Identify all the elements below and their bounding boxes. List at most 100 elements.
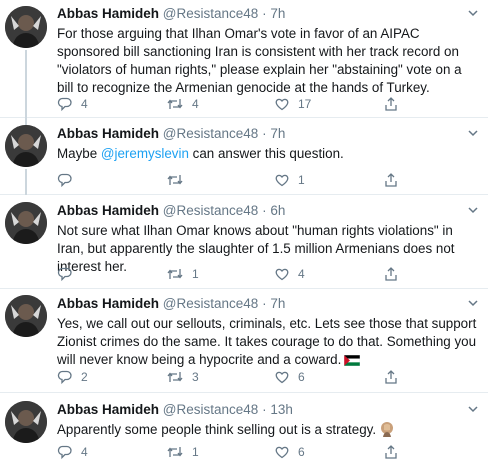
reply-button[interactable]: 4	[57, 95, 88, 113]
retweet-icon	[167, 447, 183, 457]
chevron-down-icon[interactable]	[466, 126, 480, 140]
like-button[interactable]: 17	[274, 95, 311, 113]
like-button[interactable]: 1	[274, 171, 305, 189]
tweet-actions: 1 4	[57, 265, 417, 283]
reply-button[interactable]: 2	[57, 368, 88, 386]
author-handle[interactable]: @Resistance48	[163, 126, 259, 141]
timestamp[interactable]: 6h	[270, 203, 285, 218]
author-handle[interactable]: @Resistance48	[163, 6, 259, 21]
author-handle[interactable]: @Resistance48	[163, 402, 259, 417]
chevron-down-icon[interactable]	[466, 296, 480, 310]
chevron-down-icon[interactable]	[466, 6, 480, 20]
retweet-icon	[167, 175, 183, 185]
tweet-actions: 2 3 6	[57, 368, 417, 386]
timestamp[interactable]: 13h	[270, 402, 293, 417]
heart-icon	[275, 268, 289, 281]
avatar[interactable]	[5, 202, 47, 244]
share-button[interactable]	[383, 171, 399, 189]
retweet-button[interactable]: 1	[166, 443, 199, 461]
share-icon	[385, 370, 397, 384]
like-button[interactable]: 4	[274, 265, 305, 283]
tweet-text-body: Apparently some people think selling out…	[57, 422, 377, 437]
reply-button[interactable]	[57, 265, 81, 283]
retweet-icon	[167, 372, 183, 382]
like-count: 1	[298, 173, 305, 187]
like-count: 6	[298, 370, 305, 384]
author-name[interactable]: Abbas Hamideh	[57, 203, 159, 218]
share-button[interactable]	[383, 95, 399, 113]
retweet-button[interactable]	[166, 171, 192, 189]
timestamp[interactable]: 7h	[270, 296, 285, 311]
palestine-flag-icon	[344, 355, 361, 366]
like-count: 4	[298, 267, 305, 281]
tweet-actions: 4 1 6	[57, 443, 417, 461]
tweet-header: Abbas Hamideh @Resistance48 · 7h	[57, 294, 480, 314]
tweet-text: Yes, we call out our sellouts, criminals…	[57, 315, 480, 369]
reply-button[interactable]	[57, 171, 81, 189]
separator-dot: ·	[262, 402, 267, 417]
chevron-down-icon[interactable]	[466, 203, 480, 217]
heart-icon	[275, 371, 289, 384]
reply-button[interactable]: 4	[57, 443, 88, 461]
retweet-button[interactable]: 3	[166, 368, 199, 386]
facepalm-emoji-icon	[381, 422, 394, 437]
tweet[interactable]: Abbas Hamideh @Resistance48 · 13h Appare…	[0, 393, 488, 466]
reply-count: 4	[81, 97, 88, 111]
tweet-actions: 4 4 17	[57, 95, 417, 113]
retweet-count: 3	[192, 370, 199, 384]
tweet[interactable]: Abbas Hamideh @Resistance48 · 7h Maybe @…	[0, 118, 488, 195]
separator-dot: ·	[262, 296, 267, 311]
author-handle[interactable]: @Resistance48	[163, 203, 259, 218]
tweet-text-body: Maybe	[57, 146, 101, 161]
reply-count: 4	[81, 445, 88, 459]
retweet-count: 1	[192, 267, 199, 281]
share-icon	[385, 267, 397, 281]
avatar[interactable]	[5, 125, 47, 167]
like-count: 17	[298, 97, 312, 111]
tweet-text: Maybe @jeremyslevin can answer this ques…	[57, 145, 480, 163]
retweet-icon	[167, 99, 183, 109]
tweet-header: Abbas Hamideh @Resistance48 · 13h	[57, 400, 480, 420]
tweet-header: Abbas Hamideh @Resistance48 · 7h	[57, 124, 480, 144]
reply-count: 2	[81, 370, 88, 384]
reply-icon	[57, 267, 72, 282]
author-name[interactable]: Abbas Hamideh	[57, 6, 159, 21]
reply-icon	[57, 173, 72, 188]
separator-dot: ·	[262, 203, 267, 218]
tweet-text: For those arguing that Ilhan Omar's vote…	[57, 25, 480, 97]
tweet[interactable]: Abbas Hamideh @Resistance48 · 7h For tho…	[0, 0, 488, 118]
tweet[interactable]: Abbas Hamideh @Resistance48 · 6h Not sur…	[0, 195, 488, 289]
retweet-button[interactable]: 1	[166, 265, 199, 283]
author-name[interactable]: Abbas Hamideh	[57, 296, 159, 311]
avatar[interactable]	[5, 401, 47, 443]
tweet-text: Apparently some people think selling out…	[57, 421, 480, 439]
mention-link[interactable]: @jeremyslevin	[101, 146, 189, 161]
avatar[interactable]	[5, 6, 47, 48]
retweet-icon	[167, 269, 183, 279]
avatar[interactable]	[5, 295, 47, 337]
tweet-text-body: can answer this question.	[188, 146, 344, 161]
share-icon	[385, 173, 397, 187]
share-button[interactable]	[383, 443, 399, 461]
thread-line	[25, 118, 27, 125]
tweet-header: Abbas Hamideh @Resistance48 · 7h	[57, 4, 480, 24]
heart-icon	[275, 446, 289, 459]
share-button[interactable]	[383, 368, 399, 386]
reply-icon	[57, 97, 72, 112]
author-handle[interactable]: @Resistance48	[163, 296, 259, 311]
author-name[interactable]: Abbas Hamideh	[57, 126, 159, 141]
timestamp[interactable]: 7h	[270, 126, 285, 141]
share-button[interactable]	[383, 265, 399, 283]
reply-icon	[57, 370, 72, 385]
heart-icon	[275, 174, 289, 187]
author-name[interactable]: Abbas Hamideh	[57, 402, 159, 417]
thread-line	[25, 169, 27, 195]
tweet-header: Abbas Hamideh @Resistance48 · 6h	[57, 201, 480, 221]
tweet[interactable]: Abbas Hamideh @Resistance48 · 7h Yes, we…	[0, 289, 488, 393]
chevron-down-icon[interactable]	[466, 402, 480, 416]
like-button[interactable]: 6	[274, 368, 305, 386]
like-button[interactable]: 6	[274, 443, 305, 461]
retweet-button[interactable]: 4	[166, 95, 199, 113]
timestamp[interactable]: 7h	[270, 6, 285, 21]
share-icon	[385, 445, 397, 459]
